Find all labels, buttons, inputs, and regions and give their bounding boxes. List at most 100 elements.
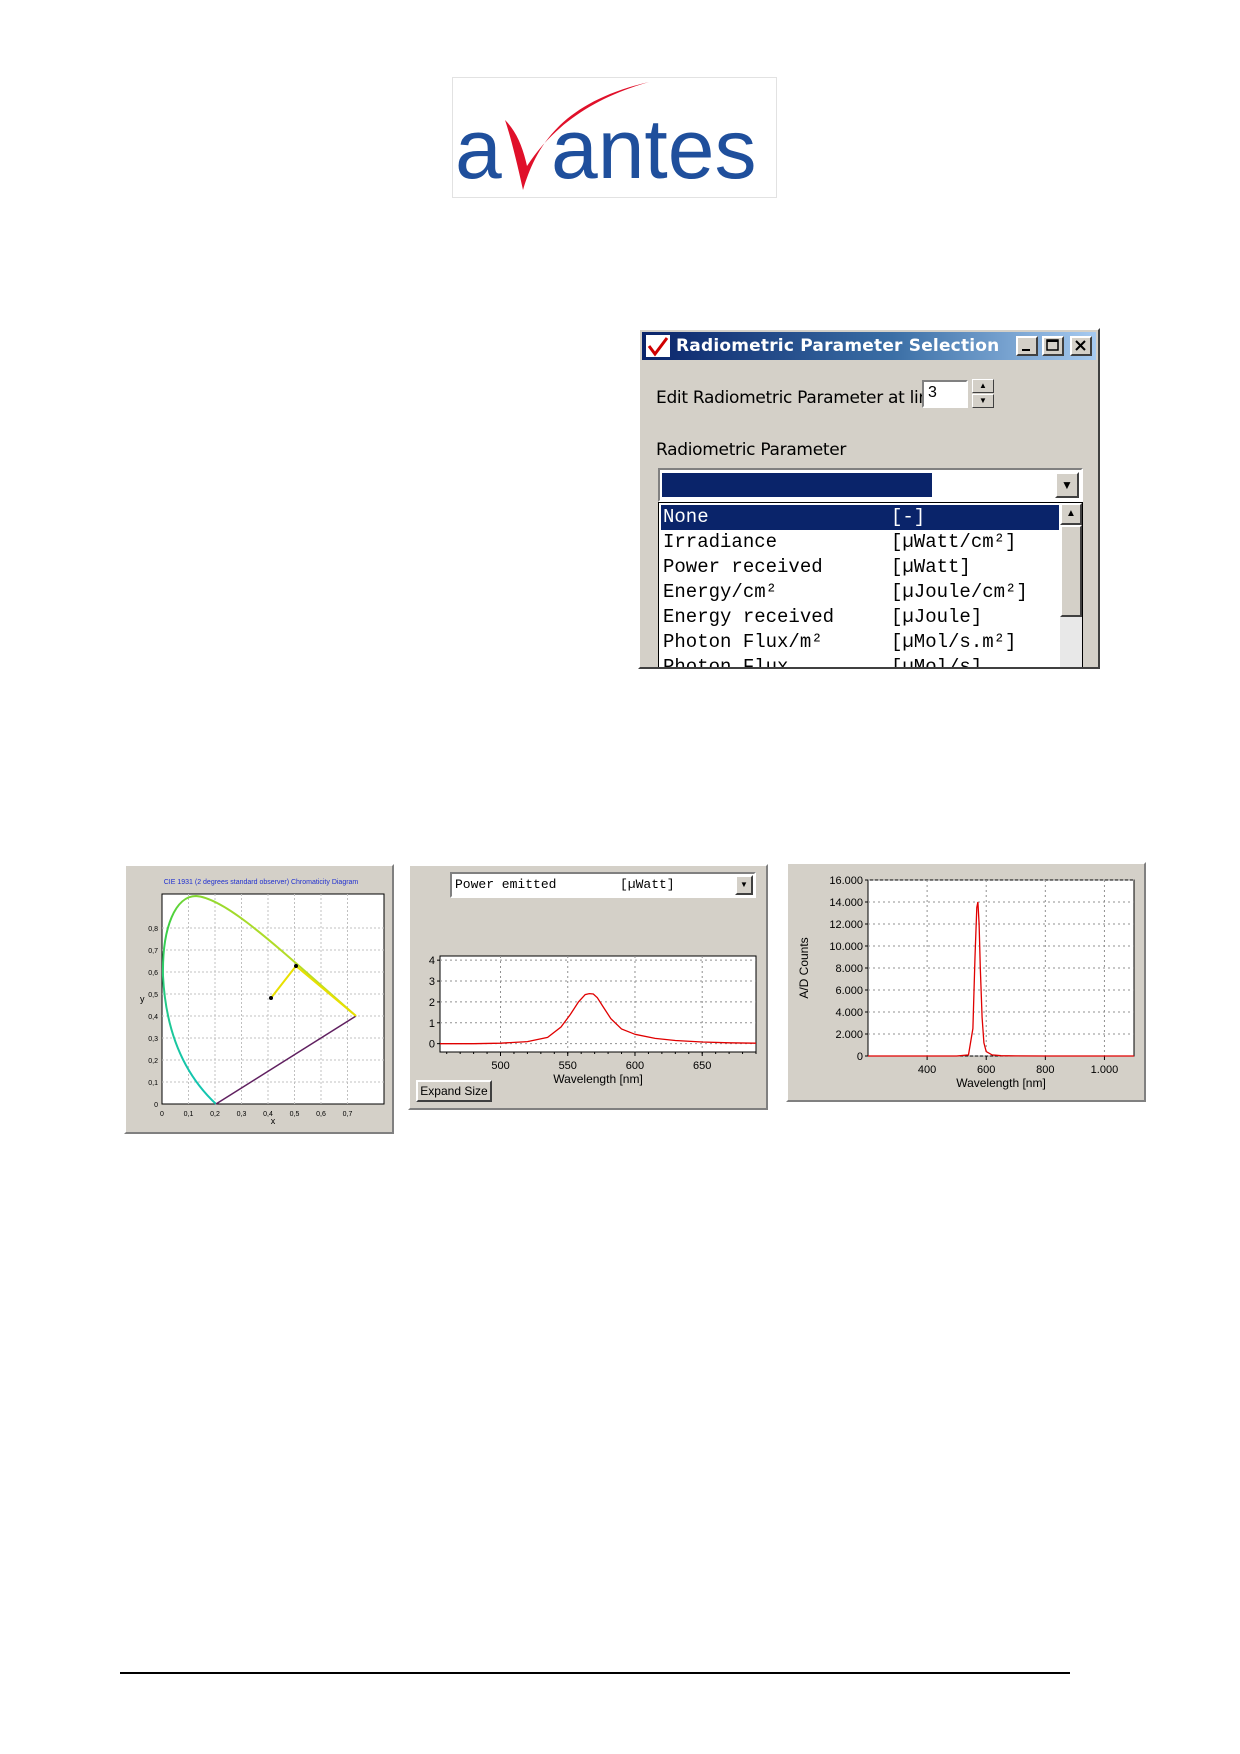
- expand-size-button[interactable]: Expand Size: [416, 1080, 492, 1102]
- ad-counts-panel: 0 2.000 4.000 6.000 8.000 10.000 12.000 14.000 1…: [786, 862, 1146, 1102]
- minimize-button[interactable]: [1016, 336, 1038, 356]
- ad-counts-chart: 0 2.000 4.000 6.000 8.000 10.000 12.000 14.000 1…: [797, 875, 1135, 1090]
- x-axis-label: Wavelength [nm]: [553, 1072, 643, 1086]
- option-unit: [µWatt]: [891, 556, 971, 578]
- y-tick-label: 0,2: [148, 1058, 158, 1065]
- y-tick-label: 16.000: [829, 875, 863, 887]
- close-icon: [1075, 340, 1086, 351]
- x-tick-label: 600: [977, 1064, 995, 1076]
- y-tick-label: 0: [857, 1051, 863, 1063]
- x-tick-label: 0: [160, 1111, 164, 1118]
- y-tick-label: 2.000: [835, 1029, 863, 1041]
- y-tick-label: 10.000: [829, 941, 863, 953]
- option-name: Energy received: [663, 606, 835, 628]
- plot-area: [161, 893, 385, 1105]
- maximize-icon: [1046, 339, 1059, 351]
- list-item[interactable]: Photon Flux [µMol/s]: [661, 655, 1059, 669]
- x-tick-label: 0,2: [210, 1111, 220, 1118]
- power-emitted-panel: Power emitted [µWatt] ▼ 0 1 2 3 4 500 550 600 65…: [408, 864, 768, 1110]
- x-tick-label: 800: [1036, 1064, 1054, 1076]
- y-axis-label: y: [140, 994, 145, 1004]
- list-item[interactable]: Energy received [µJoule]: [661, 605, 1059, 630]
- avantes-logo: a antes: [452, 77, 777, 198]
- y-tick-label: 12.000: [829, 919, 863, 931]
- x-tick-label: 0,3: [237, 1111, 247, 1118]
- white-point: [269, 996, 273, 1000]
- y-tick-label: 3: [429, 976, 435, 988]
- option-name: None: [663, 506, 709, 528]
- dialog-title: Radiometric Parameter Selection: [676, 336, 1000, 356]
- list-item[interactable]: Photon Flux/m² [µMol/s.m²]: [661, 630, 1059, 655]
- minimize-icon: [1022, 349, 1030, 351]
- option-unit: [-]: [891, 506, 926, 528]
- y-tick-label: 14.000: [829, 897, 863, 909]
- list-item[interactable]: None [-]: [661, 505, 1059, 530]
- y-tick-label: 2: [429, 997, 435, 1009]
- line-label: Edit Radiometric Parameter at line:: [656, 388, 945, 408]
- x-tick-label: 400: [918, 1064, 936, 1076]
- logo-letter-a: a: [455, 102, 502, 196]
- scroll-up-button[interactable]: ▲: [1060, 503, 1082, 525]
- list-item[interactable]: Power received [µWatt]: [661, 555, 1059, 580]
- plot-area: [439, 955, 757, 1053]
- vertical-scrollbar[interactable]: ▲: [1060, 503, 1082, 667]
- parameter-dropdown-list[interactable]: None [-] Irradiance [µWatt/cm²] Power rece…: [658, 502, 1083, 669]
- chromaticity-diagram: CIE 1931 (2 degrees standard observer) C…: [140, 879, 385, 1126]
- x-tick-label: 0,5: [290, 1111, 300, 1118]
- option-name: Irradiance: [663, 531, 778, 553]
- footer-divider: [120, 1672, 1070, 1674]
- x-tick-label: 600: [626, 1060, 644, 1072]
- list-item[interactable]: Irradiance [µWatt/cm²]: [661, 530, 1059, 555]
- y-tick-label: 0,5: [148, 992, 158, 999]
- y-tick-label: 0,7: [148, 948, 158, 955]
- radiometric-parameter-select[interactable]: None [-] ▼: [658, 468, 1083, 544]
- y-tick-label: 4: [429, 955, 435, 967]
- y-axis-label: A/D Counts: [797, 937, 811, 998]
- y-tick-label: 1: [429, 1018, 435, 1030]
- line-number-input[interactable]: 3: [922, 380, 968, 408]
- y-tick-label: 0,4: [148, 1014, 158, 1021]
- y-tick-label: 0: [429, 1039, 435, 1051]
- y-tick-label: 0,8: [148, 926, 158, 933]
- spin-up-button[interactable]: ▲: [972, 379, 994, 393]
- dialog-titlebar[interactable]: Radiometric Parameter Selection: [642, 332, 1096, 360]
- option-unit: [µMol/s]: [891, 656, 983, 669]
- x-axis-label: Wavelength [nm]: [956, 1076, 1046, 1090]
- x-tick-label: 650: [693, 1060, 711, 1072]
- y-tick-label: 4.000: [835, 1007, 863, 1019]
- option-name: Photon Flux/m²: [663, 631, 823, 653]
- option-name: Energy/cm²: [663, 581, 778, 603]
- chart-title: CIE 1931 (2 degrees standard observer) C…: [164, 879, 359, 886]
- maximize-button[interactable]: [1042, 336, 1064, 356]
- radiometric-parameter-dialog: Radiometric Parameter Selection Edit Rad…: [638, 328, 1100, 669]
- scroll-thumb[interactable]: [1060, 525, 1082, 617]
- y-tick-label: 6.000: [835, 985, 863, 997]
- x-tick-label: 1.000: [1091, 1064, 1119, 1076]
- option-unit: [µWatt/cm²]: [891, 531, 1017, 553]
- dropdown-arrow-button[interactable]: ▼: [1055, 472, 1079, 498]
- x-tick-label: 550: [559, 1060, 577, 1072]
- x-tick-label: 500: [491, 1060, 509, 1072]
- x-tick-label: 0,6: [316, 1111, 326, 1118]
- spin-down-button[interactable]: ▼: [972, 394, 994, 408]
- logo-letters-antes: antes: [551, 102, 757, 196]
- y-tick-label: 0,1: [148, 1080, 158, 1087]
- x-tick-label: 0,4: [263, 1111, 273, 1118]
- list-item[interactable]: Energy/cm² [µJoule/cm²]: [661, 580, 1059, 605]
- y-tick-label: 0,3: [148, 1036, 158, 1043]
- y-tick-label: 0: [154, 1102, 158, 1109]
- y-tick-label: 8.000: [835, 963, 863, 975]
- option-name: Power received: [663, 556, 823, 578]
- y-tick-label: 0,6: [148, 970, 158, 977]
- checkmark-icon: [646, 335, 670, 357]
- power-chart: 0 1 2 3 4 500 550 600 650 Wavelength [nm]: [429, 955, 757, 1086]
- chromaticity-panel: CIE 1931 (2 degrees standard observer) C…: [124, 864, 394, 1134]
- option-name: Photon Flux: [663, 656, 789, 669]
- radiometric-parameter-label: Radiometric Parameter: [656, 440, 847, 460]
- option-unit: [µJoule]: [891, 606, 983, 628]
- x-tick-label: 0,7: [343, 1111, 353, 1118]
- combo-selected-value: None [-]: [662, 473, 932, 544]
- color-point: [294, 964, 298, 968]
- option-unit: [µMol/s.m²]: [891, 631, 1017, 653]
- close-button[interactable]: [1070, 336, 1092, 356]
